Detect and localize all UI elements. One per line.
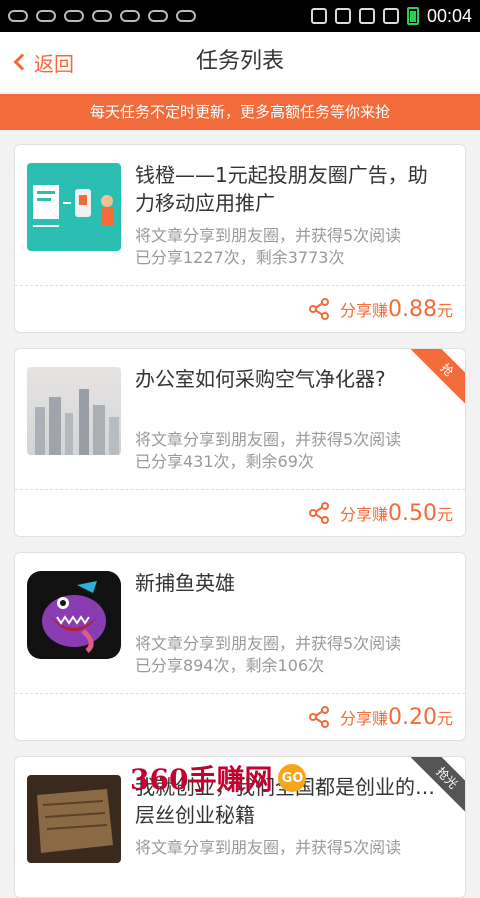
share-earn-button[interactable]: 分享赚0.20元 bbox=[308, 694, 453, 740]
reward-unit: 元 bbox=[436, 708, 453, 728]
cloud-icon bbox=[176, 10, 196, 22]
vibrate-icon bbox=[334, 8, 351, 24]
clock: 00:04 bbox=[426, 5, 472, 26]
task-thumbnail bbox=[27, 571, 121, 659]
page-title: 任务列表 bbox=[195, 49, 284, 74]
reward-unit: 元 bbox=[436, 504, 453, 524]
share-icon bbox=[308, 706, 329, 728]
share-icon bbox=[308, 502, 329, 524]
task-title: 办公室如何采购空气净化器? bbox=[135, 367, 386, 391]
task-title: 钱橙——1元起投朋友圈广告，助力移动应用推广 bbox=[135, 163, 428, 215]
task-thumbnail bbox=[27, 775, 121, 863]
task-title: 新捕鱼英雄 bbox=[135, 571, 235, 595]
notification-icons bbox=[0, 10, 196, 22]
site-watermark: 360手赚网 GO bbox=[130, 760, 307, 796]
share-earn-button[interactable]: 分享赚0.50元 bbox=[308, 490, 453, 536]
task-desc: 将文章分享到朋友圈，并获得5次阅读 bbox=[135, 634, 402, 653]
cloud-icon bbox=[92, 10, 112, 22]
cloud-icon bbox=[8, 10, 28, 22]
share-label: 分享赚 bbox=[339, 708, 388, 728]
task-card[interactable]: 新捕鱼英雄 将文章分享到朋友圈，并获得5次阅读 已分享894次，剩余106次 分… bbox=[14, 552, 466, 741]
share-label: 分享赚 bbox=[339, 300, 388, 320]
task-desc: 将文章分享到朋友圈，并获得5次阅读 bbox=[135, 430, 402, 449]
watermark-text: 360手赚网 bbox=[130, 763, 273, 796]
wifi-icon bbox=[358, 8, 375, 24]
task-card[interactable]: 钱橙——1元起投朋友圈广告，助力移动应用推广 将文章分享到朋友圈，并获得5次阅读… bbox=[14, 144, 466, 333]
watermark-go-badge: GO bbox=[278, 764, 307, 792]
share-icon bbox=[308, 298, 329, 320]
task-card[interactable]: 抢 办公室如何采购空气净化器? 将文章分享到朋友圈，并获得5次阅读 已分享431… bbox=[14, 348, 466, 537]
alarm-icon bbox=[310, 8, 327, 24]
notice-banner: 每天任务不定时更新，更多高额任务等你来抢 bbox=[0, 94, 480, 130]
share-label: 分享赚 bbox=[339, 504, 388, 524]
signal-icon bbox=[382, 8, 399, 24]
task-stats: 已分享431次，剩余69次 bbox=[135, 452, 314, 471]
cloud-icon bbox=[120, 10, 140, 22]
reward-amount: 0.20 bbox=[388, 704, 437, 730]
task-desc: 将文章分享到朋友圈，并获得5次阅读 bbox=[135, 838, 402, 857]
battery-icon bbox=[406, 7, 419, 25]
app-header: 返回 任务列表 bbox=[0, 32, 480, 92]
cloud-icon bbox=[64, 10, 84, 22]
cloud-icon bbox=[148, 10, 168, 22]
status-bar: 00:04 bbox=[0, 0, 480, 32]
task-stats: 已分享1227次，剩余3773次 bbox=[135, 248, 345, 267]
task-desc: 将文章分享到朋友圈，并获得5次阅读 bbox=[135, 226, 402, 245]
task-thumbnail bbox=[27, 367, 121, 455]
task-stats: 已分享894次，剩余106次 bbox=[135, 656, 325, 675]
cloud-icon bbox=[36, 10, 56, 22]
task-thumbnail bbox=[27, 163, 121, 251]
reward-amount: 0.50 bbox=[388, 500, 437, 526]
reward-unit: 元 bbox=[436, 300, 453, 320]
reward-amount: 0.88 bbox=[388, 296, 437, 322]
share-earn-button[interactable]: 分享赚0.88元 bbox=[308, 286, 453, 332]
